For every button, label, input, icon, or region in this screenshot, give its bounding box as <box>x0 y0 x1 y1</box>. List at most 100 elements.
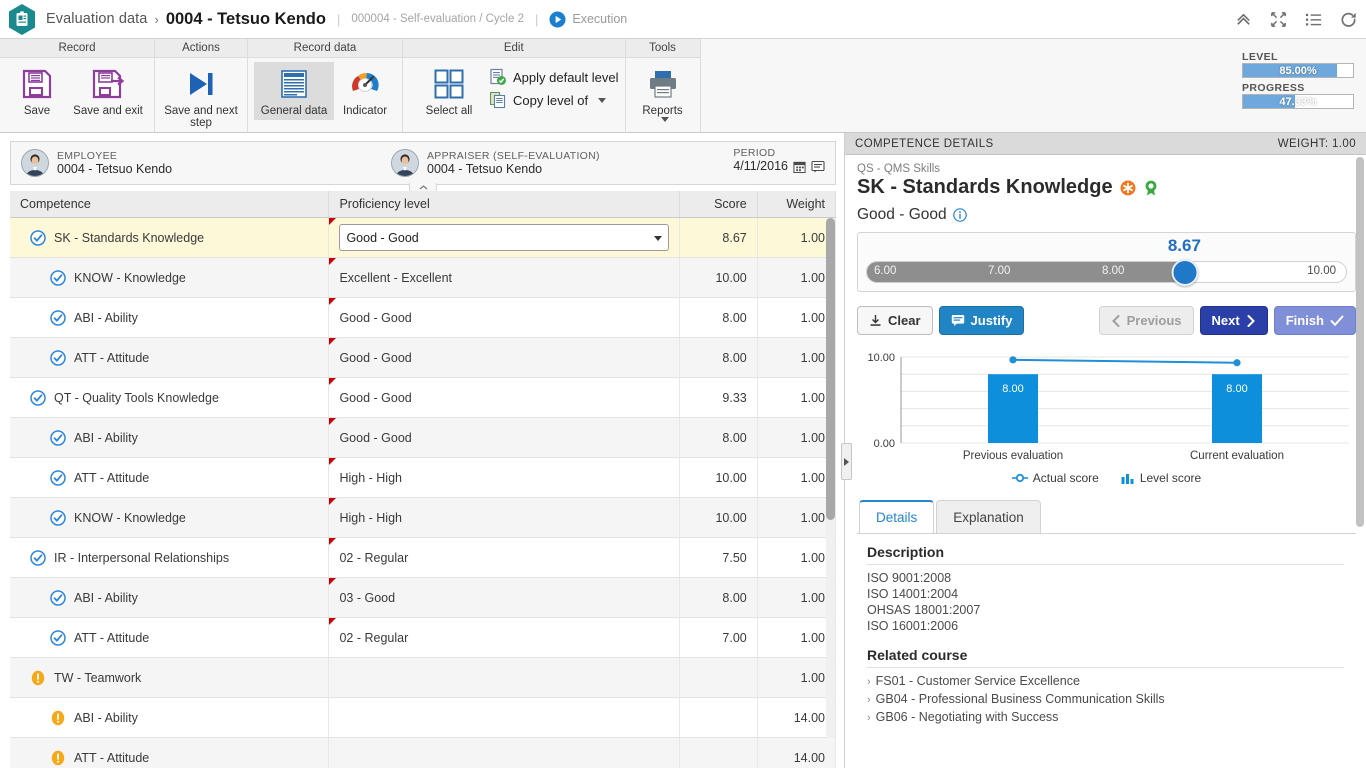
save-and-exit-button[interactable]: Save and exit <box>68 62 148 120</box>
copy-level-of-button[interactable]: Copy level of <box>489 91 619 109</box>
proficiency-level-input[interactable] <box>339 224 669 251</box>
table-row[interactable]: QT - Quality Tools Knowledge Good - Good 9… <box>10 377 837 418</box>
cell-competence: KNOW - Knowledge <box>10 497 330 538</box>
indicator-label: Indicator <box>342 105 388 117</box>
cell-proficiency-level[interactable] <box>328 697 680 738</box>
red-flag-marker <box>329 418 337 425</box>
cell-proficiency-level[interactable]: High - High <box>328 457 680 498</box>
table-row[interactable]: ATT - Attitude 02 - Regular 7.00 1.00 <box>10 617 837 658</box>
pane-collapse-handle[interactable] <box>841 443 852 480</box>
table-row[interactable]: ATT - Attitude 14.00 <box>10 737 837 768</box>
breadcrumb-root[interactable]: Evaluation data <box>46 11 147 27</box>
slider-tick-0: 6.00 <box>874 265 897 277</box>
table-row[interactable]: ATT - Attitude High - High 10.00 1.00 <box>10 457 837 498</box>
cell-proficiency-level[interactable]: Good - Good <box>328 417 680 458</box>
save-and-next-step-button[interactable]: Save and next step <box>161 62 241 132</box>
chevron-down-icon[interactable] <box>660 117 669 122</box>
cell-proficiency-level[interactable]: 02 - Regular <box>328 617 680 658</box>
cell-proficiency-level[interactable]: Good - Good <box>328 337 680 378</box>
note-icon[interactable] <box>811 160 825 173</box>
employee-name: 0004 - Tetsuo Kendo <box>57 162 173 176</box>
competence-label: ATT - Attitude <box>74 750 150 765</box>
general-data-button[interactable]: General data <box>254 62 334 120</box>
next-button[interactable]: Next <box>1199 306 1268 335</box>
related-course-item[interactable]: › GB04 - Professional Business Communicat… <box>867 691 1344 709</box>
related-course-item[interactable]: › FS01 - Customer Service Excellence <box>867 673 1344 691</box>
svg-text:0.00: 0.00 <box>874 438 895 450</box>
table-row[interactable]: TW - Teamwork 1.00 <box>10 657 837 698</box>
details-tab-panel: Description ISO 9001:2008 ISO 14001:2004 O… <box>857 533 1356 725</box>
score-slider-value: 8.67 <box>1167 236 1201 255</box>
award-badge-icon[interactable] <box>1143 180 1159 196</box>
table-row[interactable]: ATT - Attitude Good - Good 8.00 1.00 <box>10 337 837 378</box>
select-all-button[interactable]: Select all <box>409 62 489 120</box>
tab-explanation[interactable]: Explanation <box>936 500 1041 533</box>
table-scrollbar[interactable] <box>826 218 835 738</box>
table-row[interactable]: SK - Standards Knowledge 8.671.00 <box>10 217 837 258</box>
clear-button[interactable]: Clear <box>857 306 933 335</box>
cell-proficiency-level[interactable] <box>328 657 680 698</box>
table-row[interactable]: ABI - Ability 14.00 <box>10 697 837 738</box>
score-slider-track[interactable]: 6.00 7.00 8.00 10.00 <box>866 259 1347 286</box>
current-level-row: Good - Good <box>857 206 1356 224</box>
cell-competence: KNOW - Knowledge <box>10 257 330 298</box>
col-score[interactable]: Score <box>679 191 758 218</box>
table-row[interactable]: ABI - Ability Good - Good 8.00 1.00 <box>10 417 837 458</box>
previous-button[interactable]: Previous <box>1098 306 1194 335</box>
cell-weight: 1.00 <box>757 417 837 458</box>
list-icon[interactable] <box>1304 10 1323 29</box>
collapse-arrows-icon[interactable] <box>1269 10 1288 29</box>
cell-proficiency-level[interactable]: 02 - Regular <box>328 537 680 578</box>
info-icon[interactable] <box>952 208 967 222</box>
cell-proficiency-level[interactable]: High - High <box>328 497 680 538</box>
cell-proficiency-level[interactable]: Good - Good <box>328 297 680 338</box>
justify-button[interactable]: Justify <box>938 306 1025 335</box>
competence-label: ABI - Ability <box>74 430 138 445</box>
related-course-label: FS01 - Customer Service Excellence <box>875 674 1080 688</box>
tab-details[interactable]: Details <box>859 500 935 533</box>
save-button[interactable]: Save <box>6 62 68 120</box>
cell-proficiency-level[interactable]: 03 - Good <box>328 577 680 618</box>
competence-label: ATT - Attitude <box>74 470 150 485</box>
proficiency-level-select[interactable] <box>339 224 669 251</box>
cell-score: 8.67 <box>679 217 758 258</box>
cell-proficiency-level[interactable] <box>328 737 680 768</box>
period-label: PERIOD <box>733 147 776 159</box>
table-row[interactable]: ABI - Ability Good - Good 8.00 1.00 <box>10 297 837 338</box>
asterisk-badge-icon[interactable] <box>1120 180 1136 196</box>
details-tabs: Details Explanation <box>857 500 1356 533</box>
competence-title: SK - Standards Knowledge <box>857 176 1356 199</box>
comment-icon <box>951 315 964 326</box>
legend-actual-score[interactable]: Actual score <box>1011 471 1099 485</box>
table-row[interactable]: KNOW - Knowledge High - High 10.00 1.00 <box>10 497 837 538</box>
col-proficiency-level[interactable]: Proficiency level <box>328 191 680 218</box>
indicator-button[interactable]: Indicator <box>334 62 396 120</box>
col-weight[interactable]: Weight <box>757 191 837 218</box>
status-ok-icon <box>50 269 66 286</box>
score-slider-knob[interactable] <box>1171 259 1199 286</box>
cell-proficiency-level[interactable]: Good - Good <box>328 377 680 418</box>
period-block: PERIOD 4/11/2016 <box>733 147 825 173</box>
details-scrollbar-thumb[interactable] <box>1356 157 1364 527</box>
table-row[interactable]: IR - Interpersonal Relationships 02 - Reg… <box>10 537 837 578</box>
cell-proficiency-level[interactable]: Excellent - Excellent <box>328 257 680 298</box>
related-course-label: GB04 - Professional Business Communicati… <box>875 692 1165 706</box>
reports-button[interactable]: Reports <box>632 62 694 125</box>
table-row[interactable]: KNOW - Knowledge Excellent - Excellent 10.… <box>10 257 837 298</box>
related-course-item[interactable]: › GB06 - Negotiating with Success <box>867 709 1344 725</box>
table-scrollbar-thumb[interactable] <box>826 218 835 520</box>
refresh-icon[interactable] <box>1339 10 1358 29</box>
cell-proficiency-level[interactable] <box>328 217 680 258</box>
chevron-down-icon[interactable] <box>598 97 607 103</box>
legend-level-score[interactable]: Level score <box>1121 471 1201 485</box>
proficiency-level-text: 03 - Good <box>339 590 396 605</box>
save-button-label: Save <box>23 105 51 117</box>
finish-button[interactable]: Finish <box>1273 306 1356 335</box>
apply-default-level-button[interactable]: Apply default level <box>489 68 619 86</box>
table-row[interactable]: ABI - Ability 03 - Good 8.00 1.00 <box>10 577 837 618</box>
col-competence[interactable]: Competence <box>10 191 330 218</box>
status-ok-icon <box>50 589 66 606</box>
calendar-icon[interactable] <box>793 160 806 173</box>
competence-label: KNOW - Knowledge <box>74 270 186 285</box>
chevron-double-up-icon[interactable] <box>1234 10 1253 29</box>
